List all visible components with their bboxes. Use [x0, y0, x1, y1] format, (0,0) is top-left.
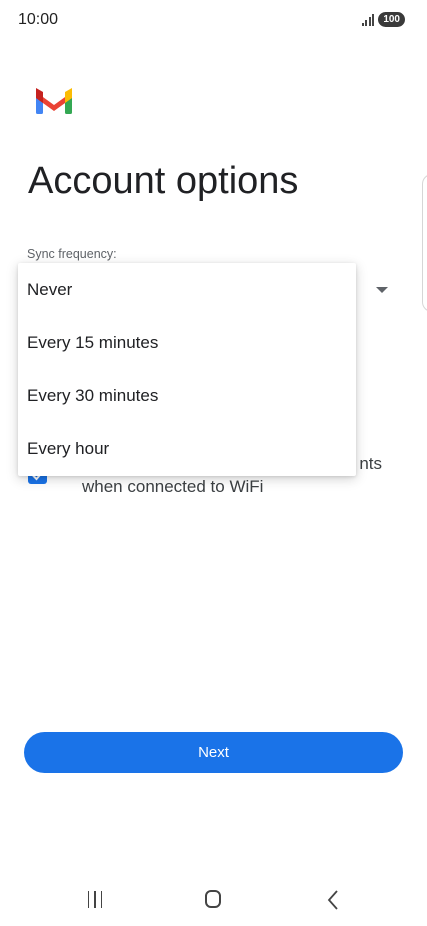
recents-icon[interactable] — [86, 891, 104, 909]
page-title: Account options — [28, 160, 299, 202]
status-time: 10:00 — [18, 11, 59, 28]
dropdown-arrow-icon[interactable] — [376, 287, 388, 293]
back-icon[interactable] — [326, 889, 340, 911]
battery-icon: 100 — [378, 12, 405, 27]
signal-icon — [361, 13, 375, 26]
menu-item-every-30-minutes[interactable]: Every 30 minutes — [18, 369, 356, 422]
home-icon[interactable] — [205, 890, 221, 908]
sync-frequency-menu: Never Every 15 minutes Every 30 minutes … — [18, 263, 356, 476]
gmail-logo-icon — [36, 88, 72, 114]
menu-item-never[interactable]: Never — [18, 263, 356, 316]
menu-item-every-hour[interactable]: Every hour — [18, 422, 356, 475]
edge-panel-handle[interactable] — [422, 174, 427, 312]
attachments-label-line2: when connected to WiFi — [82, 477, 264, 496]
menu-item-every-15-minutes[interactable]: Every 15 minutes — [18, 316, 356, 369]
next-button[interactable]: Next — [24, 732, 403, 773]
sync-frequency-label: Sync frequency: — [27, 247, 117, 261]
status-icons: 100 — [361, 12, 405, 27]
